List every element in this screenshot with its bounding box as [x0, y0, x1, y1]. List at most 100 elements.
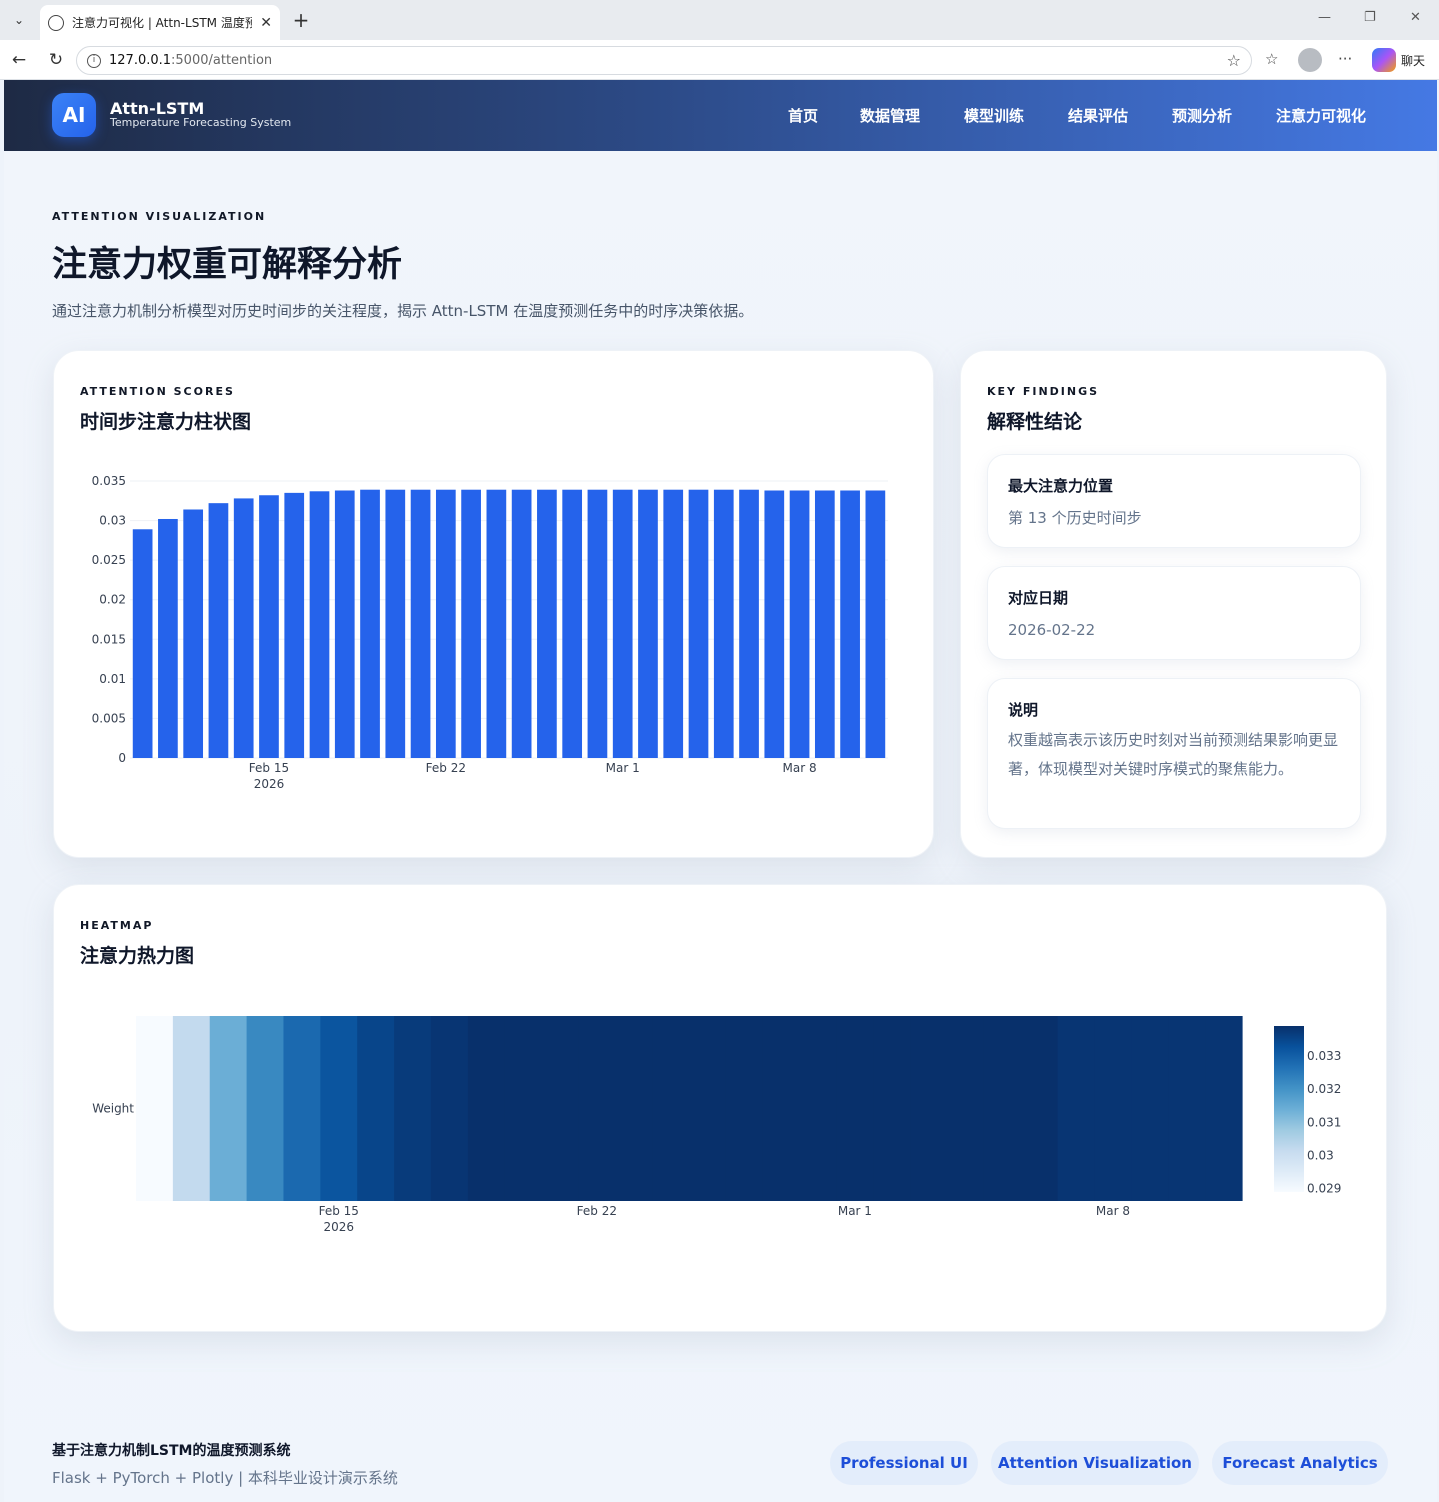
nav-attention-visualization[interactable]: 注意力可视化 [1276, 105, 1366, 126]
more-dots-icon[interactable]: ··· [1338, 50, 1352, 68]
heatmap-cell [1094, 1016, 1132, 1201]
bar [638, 489, 658, 758]
y-tick-label: 0.035 [92, 474, 126, 488]
window-close-icon[interactable]: ✕ [1410, 10, 1421, 25]
heatmap-card: HEATMAP 注意力热力图 Weight Feb 15 2026 Feb 22 Mar… [53, 884, 1387, 1332]
heatmap-cell [246, 1016, 285, 1201]
bar [511, 489, 532, 758]
x-tick-label: Feb 22 [577, 1204, 617, 1218]
bar [537, 489, 557, 758]
bar [865, 490, 886, 758]
tab-list-chevron-icon[interactable]: ⌄ [8, 9, 30, 31]
colorbar-tick-label: 0.033 [1307, 1049, 1341, 1063]
heatmap-cell [1131, 1016, 1169, 1201]
bar [789, 490, 810, 758]
heatmap-cell [504, 1016, 543, 1201]
finding-label: 最大注意力位置 [1008, 477, 1114, 495]
y-tick-label: 0.01 [99, 672, 126, 686]
x-tick-label: Feb 15 [249, 761, 289, 775]
site-info-icon[interactable]: i [87, 53, 101, 68]
x-tick-label: Feb 22 [426, 761, 466, 775]
url-path: :5000/attention [171, 53, 273, 68]
bar [713, 489, 734, 758]
attention-scores-card: ATTENTION SCORES 时间步注意力柱状图 0 0.005 0.01 0.0… [53, 350, 934, 858]
findings-card-title: 解释性结论 [987, 411, 1083, 433]
bar [334, 490, 355, 758]
attention-heatmap: Weight Feb 15 2026 Feb 22 Mar 1 Mar 8 0.033 0.0… [92, 1016, 1341, 1234]
footer-subtitle: Flask + PyTorch + Plotly | 本科毕业设计演示系统 [52, 1469, 398, 1487]
nav-data-management[interactable]: 数据管理 [860, 105, 920, 126]
minimize-icon[interactable]: — [1318, 10, 1331, 25]
bar [385, 489, 406, 758]
chat-label[interactable]: 聊天 [1401, 52, 1425, 69]
tag-professional-ui: Professional UI [830, 1441, 978, 1485]
heatmap-cell [283, 1016, 321, 1201]
finding-label: 说明 [1008, 701, 1039, 719]
x-tick-label: Mar 1 [606, 761, 640, 775]
heatmap-cell [836, 1016, 874, 1201]
bar [132, 529, 153, 758]
nav-home[interactable]: 首页 [788, 105, 818, 126]
page-title: 注意力权重可解释分析 [52, 245, 403, 285]
heatmap-cell [136, 1016, 174, 1201]
globe-icon [48, 14, 64, 31]
finding-date: 对应日期 2026-02-22 [987, 566, 1361, 660]
tab-title: 注意力可视化 | Attn-LSTM 温度预测 [72, 16, 253, 30]
heatmap-cell [172, 1016, 211, 1201]
bar [158, 518, 178, 758]
y-row-label: Weight [92, 1102, 134, 1116]
new-tab-plus-icon[interactable]: + [290, 9, 312, 31]
bar [814, 490, 835, 758]
y-tick-label: 0.015 [92, 632, 126, 646]
x-tick-label: Feb 15 [319, 1204, 359, 1218]
reload-icon[interactable]: ↻ [45, 49, 67, 71]
heatmap-cell [1057, 1016, 1096, 1201]
findings-card-eyebrow: KEY FINDINGS [987, 385, 1100, 398]
finding-value: 权重越高表示该历史时刻对当前预测结果影响更显著，体现模型对关键时序模式的聚焦能力… [1008, 731, 1339, 778]
heatmap-cell [725, 1016, 764, 1201]
bar [435, 489, 456, 758]
bar [764, 490, 785, 758]
bar [486, 489, 507, 758]
nav-forecast-analysis[interactable]: 预测分析 [1172, 105, 1232, 126]
bar [309, 491, 330, 758]
finding-explanation: 说明 权重越高表示该历史时刻对当前预测结果影响更显著，体现模型对关键时序模式的聚… [987, 678, 1361, 829]
y-tick-label: 0.02 [99, 593, 126, 607]
finding-value: 第 13 个历史时间步 [1008, 509, 1142, 527]
x-tick-label: Mar 8 [1096, 1204, 1130, 1218]
restore-icon[interactable]: ❐ [1364, 10, 1376, 25]
y-tick-label: 0.03 [99, 514, 126, 528]
bar [688, 489, 709, 758]
tag-forecast-analytics: Forecast Analytics [1212, 1441, 1388, 1485]
bar [612, 489, 633, 758]
x-tick-label: Mar 8 [783, 761, 817, 775]
attention-bar-chart: 0 0.005 0.01 0.015 0.02 0.025 0.03 0.035 Feb 15 2… [92, 474, 888, 791]
y-tick-label: 0 [118, 751, 126, 765]
colorbar [1274, 1026, 1304, 1192]
heatmap-cell [1205, 1016, 1243, 1201]
heatmap-cell [209, 1016, 248, 1201]
profile-avatar[interactable] [1298, 48, 1322, 72]
browser-tab[interactable]: 注意力可视化 | Attn-LSTM 温度预测 ✕ [40, 5, 280, 40]
x-tick-year-label: 2026 [323, 1220, 354, 1234]
tab-close-icon[interactable]: ✕ [260, 15, 272, 31]
back-arrow-icon[interactable]: ← [8, 49, 30, 71]
colorbar-tick-label: 0.03 [1307, 1148, 1334, 1162]
key-findings-card: KEY FINDINGS 解释性结论 最大注意力位置 第 13 个历史时间步 对… [960, 350, 1387, 858]
url-field[interactable]: i 127.0.0.1:5000/attention ☆ [76, 46, 1252, 75]
heatmap-cell [430, 1016, 469, 1201]
bar [360, 489, 380, 758]
bar [587, 489, 608, 758]
copilot-icon[interactable] [1372, 48, 1396, 72]
nav-model-training[interactable]: 模型训练 [964, 105, 1024, 126]
brand-subtitle: Temperature Forecasting System [110, 116, 292, 129]
heatmap-cell [578, 1016, 616, 1201]
favorites-list-icon[interactable]: ☆ [1265, 50, 1278, 68]
url-host: 127.0.0.1 [109, 53, 172, 68]
favorite-star-icon[interactable]: ☆ [1227, 51, 1241, 70]
logo-badge[interactable]: AI [52, 93, 96, 137]
colorbar-tick-label: 0.032 [1307, 1082, 1341, 1096]
heatmap-cell [320, 1016, 358, 1201]
nav-result-evaluation[interactable]: 结果评估 [1068, 105, 1128, 126]
heatmap-cell [652, 1016, 690, 1201]
